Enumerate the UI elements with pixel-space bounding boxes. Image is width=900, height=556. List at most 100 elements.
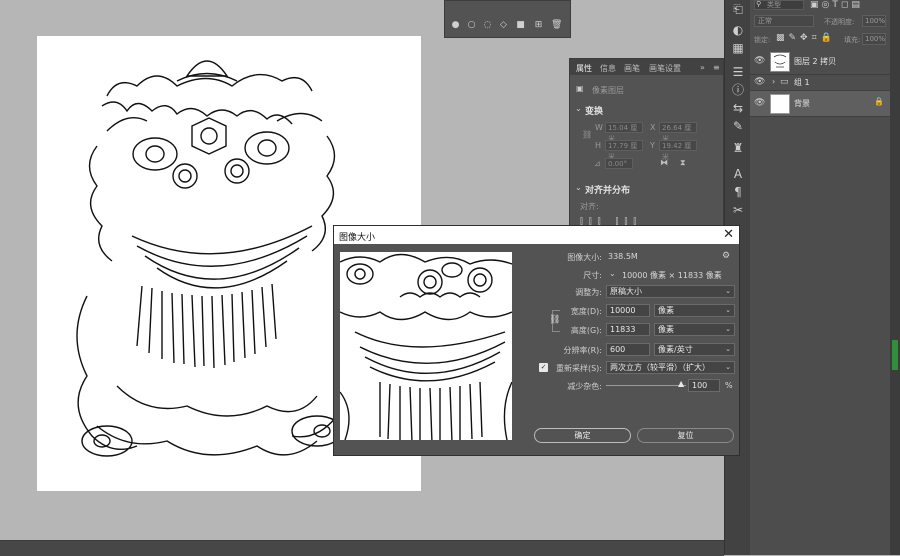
chevron-down-icon[interactable]: ⌄ (575, 183, 582, 192)
x-label: X (650, 123, 656, 132)
tab-properties[interactable]: 属性 (576, 63, 592, 74)
height-unit-select[interactable]: 像素 ⌄ (654, 323, 735, 336)
height-unit-value: 像素 (658, 325, 674, 334)
chevron-down-icon: ⌄ (725, 287, 731, 295)
angle-field[interactable]: 0.00° (605, 158, 633, 169)
noise-slider-track[interactable] (606, 385, 686, 386)
color-icon[interactable]: ◐ (730, 22, 746, 38)
resample-label: 重新采样(S): (555, 364, 602, 373)
paths-icon[interactable]: ⇆ (730, 100, 746, 116)
dialog-title: 图像大小 (339, 233, 376, 243)
scrollbar-thumb[interactable] (892, 340, 898, 370)
width-input[interactable]: 10000 (606, 304, 650, 317)
dotted-circle-icon[interactable]: ◌ (483, 21, 492, 30)
layers-panel: 类型 ⚲ ▣◎T◻▤ 正常 不透明度: 100% 锁定: ▩✎✥⌗🔒 填充: 1… (750, 0, 890, 555)
y-label: Y (650, 141, 655, 150)
diamond-icon[interactable]: ◇ (499, 21, 508, 30)
tab-info[interactable]: 信息 (600, 63, 616, 74)
layer-name: 组 1 (794, 78, 810, 87)
plus-square-icon[interactable]: ⊞ (534, 21, 543, 30)
paragraph-icon[interactable]: ¶ (730, 184, 746, 200)
chevron-down-icon[interactable]: ⌄ (609, 269, 616, 278)
fill-label: 填充: (844, 36, 861, 44)
transform-section-title: 变换 (585, 107, 604, 117)
expand-icon[interactable]: » (700, 63, 705, 72)
status-bar (0, 540, 724, 556)
swatches-icon[interactable]: ▦ (730, 40, 746, 56)
layer-thumbnail (770, 52, 790, 72)
flip-horizontal-icon[interactable]: ⧓ (660, 158, 668, 167)
layer-name: 图层 2 拷贝 (794, 57, 837, 66)
chevron-down-icon: ⌄ (725, 363, 731, 371)
angle-icon: ⊿ (594, 159, 601, 168)
tools-icon[interactable]: ✂ (730, 202, 746, 218)
noise-label: 减少杂色: (567, 382, 602, 391)
flip-vertical-icon[interactable]: ⧗ (680, 158, 686, 168)
reset-button[interactable]: 复位 (637, 428, 734, 443)
gear-icon[interactable]: ⚙ (722, 251, 730, 261)
x-field[interactable]: 26.64 厘米 (659, 122, 697, 143)
y-field[interactable]: 19.42 厘米 (659, 140, 697, 161)
chevron-right-icon[interactable]: › (772, 77, 775, 86)
layer-row[interactable]: 👁 › ▭ 组 1 (750, 74, 890, 91)
width-label: 宽度(D): (570, 307, 602, 316)
trash-icon[interactable]: 🗑 (551, 21, 562, 30)
fill-field[interactable]: 100% (862, 33, 886, 45)
info-icon[interactable]: ⓘ (730, 82, 746, 98)
layer-row-selected[interactable]: 👁 背景 🔒 (750, 91, 890, 117)
height-label: 高度(G): (570, 326, 602, 335)
fit-to-select[interactable]: 原稿大小 ⌄ (606, 285, 735, 298)
width-unit-select[interactable]: 像素 ⌄ (654, 304, 735, 317)
opacity-label: 不透明度: (824, 18, 855, 26)
layer-thumbnail (770, 94, 790, 114)
filter-type-icons[interactable]: ▣◎T◻▤ (810, 0, 863, 10)
layer-type-label: 像素图层 (592, 86, 624, 95)
resolution-label: 分辨率(R): (563, 346, 603, 355)
character-icon[interactable]: A (730, 166, 746, 182)
image-preview[interactable] (340, 252, 512, 440)
visibility-eye-icon[interactable]: 👁 (754, 77, 765, 87)
chevron-down-icon: ⌄ (725, 325, 731, 333)
circle-icon[interactable]: ● (451, 21, 460, 30)
h-field[interactable]: 17.79 厘米 (605, 140, 643, 161)
pixel-layer-icon: ▣ (576, 84, 584, 93)
resolution-unit-value: 像素/英寸 (658, 345, 693, 354)
panel-menu-icon[interactable]: ≡ (713, 63, 720, 72)
fit-to-label: 调整为: (575, 288, 602, 297)
brush-icon[interactable]: ✎ (730, 118, 746, 134)
lock-options-icons[interactable]: ▩✎✥⌗🔒 (776, 33, 836, 43)
history-icon[interactable]: ⎗ (730, 1, 746, 17)
layer-row[interactable]: 👁 图层 2 拷贝 (750, 49, 890, 75)
tab-brush-settings[interactable]: 画笔设置 (649, 63, 681, 74)
lock-label: 锁定: (754, 36, 771, 44)
blend-mode-select[interactable]: 正常 (754, 15, 814, 27)
image-size-dialog: 图像大小 ✕ 图像大小: 338.5M ⚙ 尺寸: ⌄ 10000 像素 × 1… (333, 225, 740, 456)
resolution-unit-select[interactable]: 像素/英寸 ⌄ (654, 343, 735, 356)
mini-panel: ● ○ ◌ ◇ ■ ⊞ 🗑 (444, 0, 571, 38)
noise-slider-thumb[interactable]: ▲ (678, 379, 684, 388)
layer-filter-input[interactable]: 类型 (754, 0, 804, 10)
ok-button[interactable]: 确定 (534, 428, 631, 443)
visibility-eye-icon[interactable]: 👁 (754, 98, 765, 108)
noise-input[interactable]: 100 (688, 379, 720, 392)
visibility-eye-icon[interactable]: 👁 (754, 56, 765, 66)
height-input[interactable]: 11833 (606, 323, 650, 336)
opacity-field[interactable]: 100% (862, 15, 886, 27)
adjustments-icon[interactable]: ☰ (730, 64, 746, 80)
clone-source-icon[interactable]: ♜ (730, 140, 746, 156)
close-icon[interactable]: ✕ (723, 227, 734, 243)
lion-thumbnail-icon (773, 54, 787, 68)
resolution-input[interactable]: 600 (606, 343, 650, 356)
tab-brush[interactable]: 画笔 (624, 63, 640, 74)
dialog-title-bar[interactable]: 图像大小 ✕ (334, 226, 739, 244)
resample-value: 两次立方（较平滑）（扩大） (610, 363, 710, 372)
link-icon[interactable]: ⛓ (582, 130, 592, 139)
square-fill-icon[interactable]: ■ (516, 21, 525, 30)
chevron-down-icon[interactable]: ⌄ (575, 104, 582, 113)
width-unit-value: 像素 (658, 306, 674, 315)
align-section-title: 对齐并分布 (585, 186, 631, 196)
circle-outline-icon[interactable]: ○ (467, 21, 476, 30)
resample-select[interactable]: 两次立方（较平滑）（扩大） ⌄ (606, 361, 735, 374)
h-label: H (595, 141, 602, 150)
w-field[interactable]: 15.04 厘米 (605, 122, 643, 143)
